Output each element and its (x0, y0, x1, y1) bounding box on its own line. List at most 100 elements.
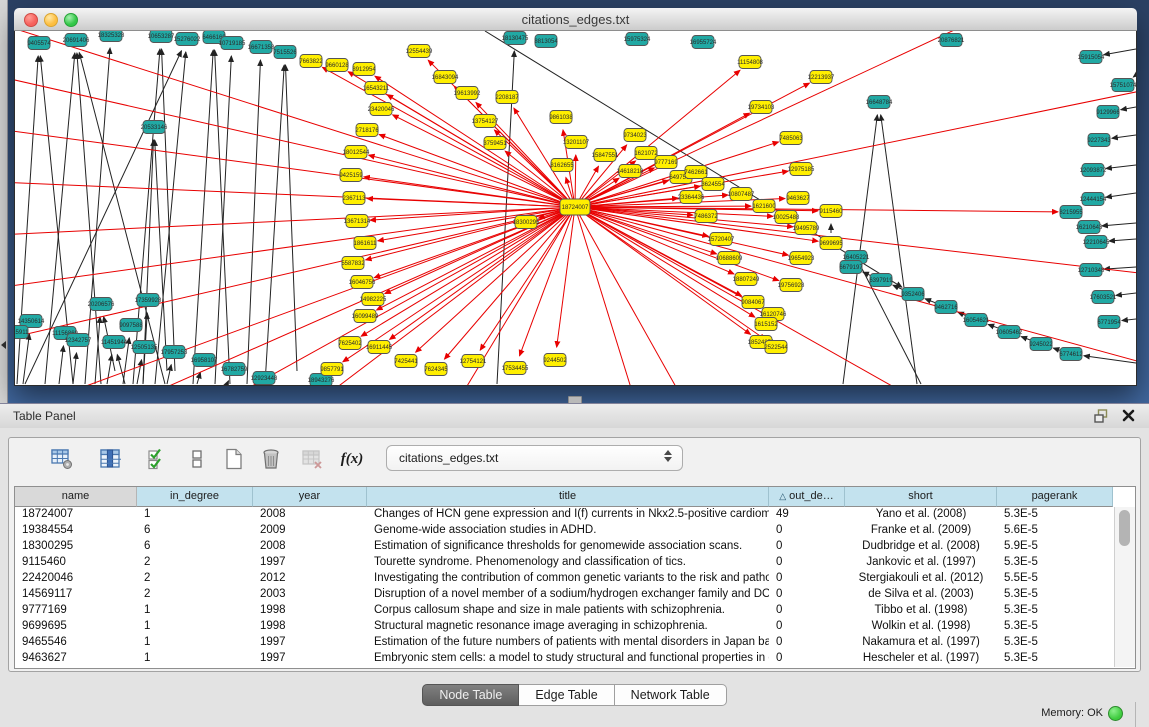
graph-node[interactable]: 9405574 (27, 37, 51, 50)
select-column-button[interactable] (97, 446, 123, 472)
graph-node[interactable]: 7485063 (779, 132, 803, 145)
graph-node[interactable]: 12342757 (65, 334, 92, 347)
graph-node[interactable]: 3759451 (483, 137, 507, 150)
table-row[interactable]: 1456911722003Disruption of a novel membe… (15, 587, 1135, 603)
graph-node[interactable]: 16054621 (963, 314, 990, 327)
graph-node[interactable]: 18807249 (733, 273, 760, 286)
table-row[interactable]: 2242004622012Investigating the contribut… (15, 571, 1135, 587)
column-header-pagerank[interactable]: pagerank (997, 487, 1113, 507)
graph-node[interactable]: 9097588 (119, 319, 143, 332)
table-select-dropdown[interactable]: citations_edges.txt (386, 445, 683, 471)
graph-node[interactable]: 18325328 (98, 31, 125, 42)
graph-node[interactable]: 16958107 (191, 354, 218, 367)
graph-node[interactable]: 9227343 (1087, 134, 1111, 147)
scrollbar-thumb[interactable] (1119, 510, 1130, 546)
graph-node[interactable]: 10605462 (996, 326, 1023, 339)
graph-node[interactable]: 14982225 (360, 293, 387, 306)
graph-node[interactable]: 15915054 (1078, 51, 1105, 64)
graph-node[interactable]: 2367113 (343, 192, 367, 205)
graph-node[interactable]: 9462716 (934, 301, 958, 314)
graph-node[interactable]: 1615152 (754, 318, 778, 331)
graph-node[interactable]: 23420046 (368, 103, 395, 116)
graph-node[interactable]: 15751074 (1110, 79, 1136, 92)
network-canvas[interactable]: 9405574206914061832532810653287152760226… (14, 31, 1137, 386)
table-row[interactable]: 1830029562008Estimation of significance … (15, 539, 1135, 555)
graph-node[interactable]: 12505135 (131, 341, 158, 354)
graph-node[interactable]: 12923448 (251, 372, 278, 385)
graph-node[interactable]: 19495789 (793, 222, 820, 235)
table-row[interactable]: 977716911998Corpus callosum shape and si… (15, 603, 1135, 619)
graph-node[interactable]: 12093872 (1080, 164, 1107, 177)
graph-node[interactable]: 17603521 (1090, 291, 1117, 304)
graph-node[interactable]: 9084067 (741, 296, 765, 309)
split-pane-divider[interactable] (0, 0, 8, 403)
graph-node[interactable]: 6679197 (839, 261, 863, 274)
graph-node[interactable]: 20691406 (63, 34, 90, 47)
graph-node[interactable]: 16046756 (349, 276, 376, 289)
graph-node[interactable]: 18012544 (343, 146, 370, 159)
graph-node[interactable]: 10688609 (716, 252, 743, 265)
graph-node[interactable]: 20206576 (88, 298, 115, 311)
graph-node[interactable]: 3624554 (701, 178, 725, 191)
delete-table-button[interactable] (258, 446, 284, 472)
graph-node[interactable]: 16955724 (690, 36, 717, 49)
graph-node[interactable]: 14618218 (617, 165, 644, 178)
graph-node[interactable]: 9857791 (320, 363, 344, 376)
graph-node[interactable]: 2522544 (764, 341, 788, 354)
graph-node[interactable]: 9861038 (549, 111, 573, 124)
graph-node[interactable]: 23364436 (678, 191, 705, 204)
graph-node[interactable]: 11154808 (737, 56, 763, 69)
graph-node[interactable]: 7425441 (394, 355, 418, 368)
graph-node[interactable]: 18130475 (502, 32, 529, 45)
graph-node[interactable]: 16911445 (366, 341, 393, 354)
graph-node[interactable]: 10025488 (773, 211, 800, 224)
memory-status-indicator[interactable] (1108, 706, 1123, 721)
graph-node[interactable]: 1621600 (752, 200, 776, 213)
graph-node[interactable]: 12710348 (1078, 264, 1105, 277)
graph-node[interactable]: 9352406 (901, 288, 925, 301)
table-row[interactable]: 1872400712008Changes of HCN gene express… (15, 507, 1135, 523)
graph-node[interactable]: 10719185 (219, 37, 246, 50)
graph-node[interactable]: 19654923 (788, 252, 815, 265)
graph-node[interactable]: 16210643 (1076, 221, 1103, 234)
graph-node[interactable]: 7625402 (338, 337, 362, 350)
table-settings-button[interactable] (49, 446, 75, 472)
graph-node[interactable]: 12210645 (1083, 236, 1110, 249)
select-rows-button[interactable] (144, 446, 170, 472)
graph-node[interactable]: 20533146 (141, 121, 168, 134)
table-row[interactable]: 946554611997Estimation of the future num… (15, 635, 1135, 651)
column-header-title[interactable]: title (367, 487, 769, 507)
network-window-titlebar[interactable]: citations_edges.txt (14, 8, 1137, 31)
close-panel-icon[interactable] (1122, 409, 1135, 422)
collapse-left-arrow-icon[interactable] (1, 341, 6, 349)
graph-node[interactable]: 7515526 (273, 46, 297, 59)
graph-node[interactable]: 16782759 (221, 363, 248, 376)
citation-network-graph[interactable]: 9405574206914061832532810653287152760226… (15, 31, 1136, 385)
graph-node[interactable]: 6771954 (1097, 316, 1121, 329)
graph-node[interactable]: 8162655 (550, 159, 574, 172)
create-table-button[interactable] (221, 446, 247, 472)
column-header-in_degree[interactable]: in_degree (137, 487, 253, 507)
graph-node[interactable]: 12444154 (1080, 193, 1107, 206)
graph-node[interactable]: 7462661 (684, 166, 708, 179)
column-header-out_de[interactable]: △out_de… (769, 487, 845, 507)
graph-node[interactable]: 9115460 (820, 205, 844, 218)
graph-node[interactable]: 19734103 (748, 101, 775, 114)
graph-node[interactable]: 16648784 (866, 96, 893, 109)
graph-node[interactable]: 8912954 (352, 63, 376, 76)
graph-node[interactable]: 9129966 (1096, 106, 1120, 119)
graph-node[interactable]: 18300295 (513, 216, 540, 229)
graph-node[interactable]: 11451944 (101, 336, 128, 349)
graph-node[interactable]: 8215955 (1059, 206, 1083, 219)
column-header-short[interactable]: short (845, 487, 997, 507)
table-row[interactable]: 911546021997Tourette syndrome. Phenomeno… (15, 555, 1135, 571)
graph-node[interactable]: 7663822 (299, 55, 323, 68)
graph-node[interactable]: 16099489 (352, 310, 379, 323)
graph-hub-node[interactable]: 18724007 (560, 199, 590, 215)
graph-node[interactable]: 7486372 (694, 210, 718, 223)
graph-node[interactable]: 17359928 (135, 294, 162, 307)
graph-node[interactable]: 9425159 (339, 169, 363, 182)
table-vertical-scrollbar[interactable] (1114, 507, 1135, 667)
graph-node[interactable]: 8813054 (534, 35, 558, 48)
graph-node[interactable]: 9660128 (325, 59, 349, 72)
